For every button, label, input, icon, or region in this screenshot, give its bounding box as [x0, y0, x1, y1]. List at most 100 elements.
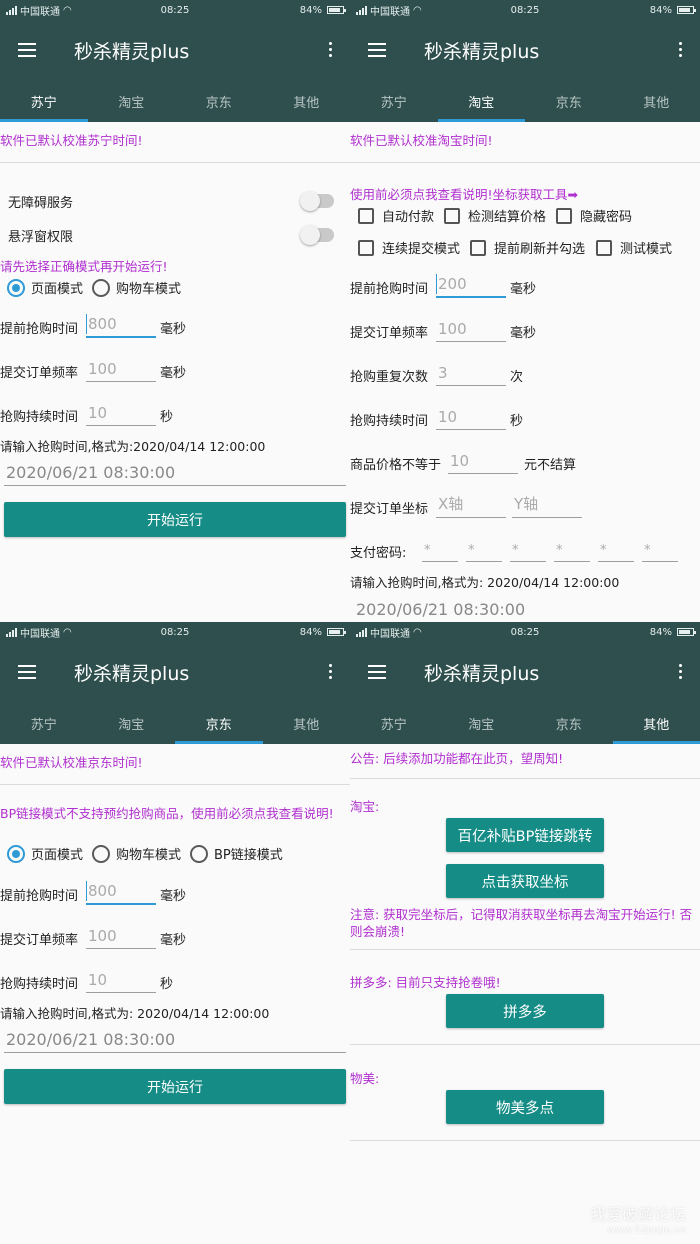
float-perm-label: 悬浮窗权限 — [8, 230, 74, 245]
radio-page-mode[interactable]: 页面模式 — [7, 278, 83, 297]
time-prompt: 请输入抢购时间,格式为: 2020/04/14 12:00:00 — [350, 575, 620, 590]
tab-taobao[interactable]: 淘宝 — [88, 702, 176, 744]
watermark-line1: 我爱破解论坛 — [589, 1205, 686, 1224]
radio-cart-mode[interactable]: 购物车模式 — [92, 278, 181, 297]
menu-icon[interactable] — [18, 43, 36, 57]
chk-test-mode[interactable]: 测试模式 — [596, 238, 672, 257]
bp-notice[interactable]: BP链接模式不支持预约抢购商品，使用前必须点我查看说明! — [0, 806, 346, 822]
status-bar: 中国联通 ◠ 08:25 84% — [350, 0, 700, 20]
time-input[interactable]: 2020/06/21 08:30:00 — [4, 1025, 346, 1053]
advance-input[interactable]: 200 — [436, 270, 506, 298]
price-label: 商品价格不等于 — [350, 458, 442, 473]
pwd-digit-2[interactable]: * — [466, 534, 502, 562]
menu-icon[interactable] — [18, 665, 36, 679]
tab-taobao[interactable]: 淘宝 — [88, 80, 176, 122]
menu-icon[interactable] — [368, 665, 386, 679]
tab-suning[interactable]: 苏宁 — [350, 702, 438, 744]
pwd-digit-6[interactable]: * — [642, 534, 678, 562]
battery-icon — [677, 628, 696, 636]
more-options-icon[interactable] — [329, 664, 332, 679]
repeat-label: 抢购重复次数 — [350, 370, 429, 385]
more-options-icon[interactable] — [329, 42, 332, 57]
chk-label: 提前刷新并勾选 — [494, 242, 586, 257]
freq-input[interactable]: 100 — [436, 314, 506, 342]
advance-label: 提前抢购时间 — [0, 322, 79, 337]
notice-text: 软件已默认校准苏宁时间! — [0, 133, 143, 148]
radio-label: BP链接模式 — [214, 848, 283, 863]
tab-jd[interactable]: 京东 — [525, 702, 613, 744]
pwd-digit-1[interactable]: * — [422, 534, 458, 562]
wifi-icon: ◠ — [413, 4, 422, 16]
tab-suning[interactable]: 苏宁 — [0, 702, 88, 744]
tab-bar: 苏宁 淘宝 京东 其他 — [0, 80, 350, 122]
coord-y-input[interactable]: Y轴 — [512, 490, 582, 518]
chk-autopay[interactable]: 自动付款 — [358, 206, 434, 225]
pdd-button[interactable]: 拼多多 — [446, 994, 604, 1028]
app-bar: 秒杀精灵plus — [0, 642, 350, 702]
radio-page-mode[interactable]: 页面模式 — [7, 844, 83, 863]
more-options-icon[interactable] — [679, 664, 682, 679]
unit-ms: 毫秒 — [160, 322, 187, 337]
pwd-digit-5[interactable]: * — [598, 534, 634, 562]
tab-other[interactable]: 其他 — [263, 702, 351, 744]
battery-percent: 84% — [299, 626, 322, 638]
price-input[interactable]: 10 — [448, 446, 518, 474]
menu-icon[interactable] — [368, 43, 386, 57]
advance-input[interactable]: 800 — [86, 310, 156, 338]
radio-cart-mode[interactable]: 购物车模式 — [92, 844, 181, 863]
duration-input[interactable]: 10 — [86, 965, 156, 993]
accessibility-toggle[interactable] — [300, 191, 334, 211]
get-coord-button[interactable]: 点击获取坐标 — [446, 864, 604, 898]
float-perm-toggle[interactable] — [300, 225, 334, 245]
app-bar: 秒杀精灵plus — [350, 642, 700, 702]
app-bar: 秒杀精灵plus — [350, 20, 700, 80]
tab-suning[interactable]: 苏宁 — [0, 80, 88, 122]
advance-input[interactable]: 800 — [86, 877, 156, 905]
radio-bp-mode[interactable]: BP链接模式 — [190, 844, 283, 863]
status-time: 08:25 — [510, 4, 540, 16]
freq-input[interactable]: 100 — [86, 354, 156, 382]
time-input[interactable]: 2020/06/21 08:30:00 — [4, 458, 346, 486]
chk-hide-password[interactable]: 隐藏密码 — [556, 206, 632, 225]
start-button[interactable]: 开始运行 — [4, 502, 346, 537]
radio-label: 购物车模式 — [116, 282, 182, 297]
repeat-input[interactable]: 3 — [436, 358, 506, 386]
advance-label: 提前抢购时间 — [350, 282, 429, 297]
announcement: 公告: 后续添加功能都在此页，望周知! — [350, 751, 564, 766]
readme-link[interactable]: 使用前必须点我查看说明!坐标获取工具➡ — [350, 184, 578, 203]
more-options-icon[interactable] — [679, 42, 682, 57]
pwd-digit-3[interactable]: * — [510, 534, 546, 562]
tab-suning[interactable]: 苏宁 — [350, 80, 438, 122]
duration-input[interactable]: 10 — [86, 398, 156, 426]
duration-label: 抢购持续时间 — [0, 977, 79, 992]
duration-input[interactable]: 10 — [436, 402, 506, 430]
watermark-line2: www.52pojie.cn — [607, 1225, 686, 1236]
battery-icon — [327, 628, 346, 636]
coord-x-input[interactable]: X轴 — [436, 490, 506, 518]
time-prompt: 请输入抢购时间,格式为: 2020/04/14 12:00:00 — [0, 1006, 270, 1021]
tab-other[interactable]: 其他 — [613, 80, 700, 122]
chk-label: 自动付款 — [382, 210, 435, 225]
bp-jump-button[interactable]: 百亿补贴BP链接跳转 — [446, 818, 604, 852]
tab-other[interactable]: 其他 — [263, 80, 351, 122]
tab-taobao[interactable]: 淘宝 — [437, 80, 526, 122]
chk-check-price[interactable]: 检测结算价格 — [444, 206, 546, 225]
tab-jd[interactable]: 京东 — [175, 80, 263, 122]
signal-icon — [356, 627, 367, 637]
time-input[interactable]: 2020/06/21 08:30:00 — [354, 594, 696, 622]
pwd-digit-4[interactable]: * — [554, 534, 590, 562]
start-button[interactable]: 开始运行 — [4, 1069, 346, 1104]
chk-continuous[interactable]: 连续提交模式 — [358, 238, 460, 257]
tab-other[interactable]: 其他 — [612, 702, 700, 744]
chk-refresh[interactable]: 提前刷新并勾选 — [470, 238, 585, 257]
wumei-button[interactable]: 物美多点 — [446, 1090, 604, 1124]
tab-jd[interactable]: 京东 — [175, 702, 263, 744]
carrier: 中国联通 — [20, 6, 60, 18]
freq-input[interactable]: 100 — [86, 921, 156, 949]
duration-label: 抢购持续时间 — [0, 410, 79, 425]
tab-jd[interactable]: 京东 — [525, 80, 613, 122]
tab-taobao[interactable]: 淘宝 — [438, 702, 526, 744]
freq-label: 提交订单频率 — [0, 366, 79, 381]
signal-icon — [6, 627, 17, 637]
battery-percent: 84% — [649, 626, 672, 638]
